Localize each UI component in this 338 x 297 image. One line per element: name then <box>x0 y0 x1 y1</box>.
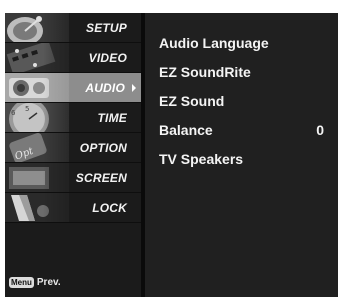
option-label: TV Speakers <box>159 151 244 167</box>
option-audio-language[interactable]: Audio Language <box>159 32 334 61</box>
option-tv-speakers[interactable]: TV Speakers <box>159 148 334 177</box>
menu-item-screen[interactable]: SCREEN <box>5 163 141 193</box>
option-label: Audio Language <box>159 35 269 51</box>
option-label: EZ Sound <box>159 93 225 109</box>
audio-submenu-panel: Audio Language EZ SoundRite EZ Sound Bal… <box>145 13 338 297</box>
menu-item-video[interactable]: VIDEO <box>5 43 141 73</box>
thumbnail-fade <box>43 43 93 72</box>
option-label: Balance <box>159 122 213 138</box>
tv-osd-menu: SETUP VIDEO AUDIO 6 5 TIME Opt OPTION SC… <box>5 13 338 297</box>
main-menu-sidebar: SETUP VIDEO AUDIO 6 5 TIME Opt OPTION SC… <box>5 13 141 297</box>
balance-value: 0 <box>316 122 324 138</box>
menu-item-label: OPTION <box>79 141 127 155</box>
menu-item-option[interactable]: Opt OPTION <box>5 133 141 163</box>
menu-prev-hint: Menu Prev. <box>9 275 61 289</box>
menu-item-time[interactable]: 6 5 TIME <box>5 103 141 133</box>
svg-text:6: 6 <box>11 109 16 117</box>
menu-item-label: SCREEN <box>75 171 127 185</box>
menu-item-label: SETUP <box>85 21 127 35</box>
option-balance[interactable]: Balance 0 <box>159 119 334 148</box>
prev-label: Prev. <box>36 276 61 288</box>
menu-item-setup[interactable]: SETUP <box>5 13 141 43</box>
menu-item-label: TIME <box>97 111 127 125</box>
option-ez-soundrite[interactable]: EZ SoundRite <box>159 61 334 90</box>
menu-item-label: LOCK <box>92 201 127 215</box>
menu-key-icon: Menu <box>9 276 34 288</box>
thumbnail-fade <box>43 193 93 222</box>
menu-item-label: AUDIO <box>85 81 125 95</box>
option-ez-sound[interactable]: EZ Sound <box>159 90 334 119</box>
thumbnail-fade <box>43 103 93 132</box>
svg-text:5: 5 <box>25 105 29 113</box>
menu-item-audio[interactable]: AUDIO <box>5 73 141 103</box>
audio-option-list: Audio Language EZ SoundRite EZ Sound Bal… <box>159 32 334 177</box>
menu-item-lock[interactable]: LOCK <box>5 193 141 223</box>
main-menu-list: SETUP VIDEO AUDIO 6 5 TIME Opt OPTION SC… <box>5 13 141 223</box>
arrow-right-icon <box>132 84 136 92</box>
menu-item-label: VIDEO <box>88 51 127 65</box>
option-label: EZ SoundRite <box>159 64 251 80</box>
